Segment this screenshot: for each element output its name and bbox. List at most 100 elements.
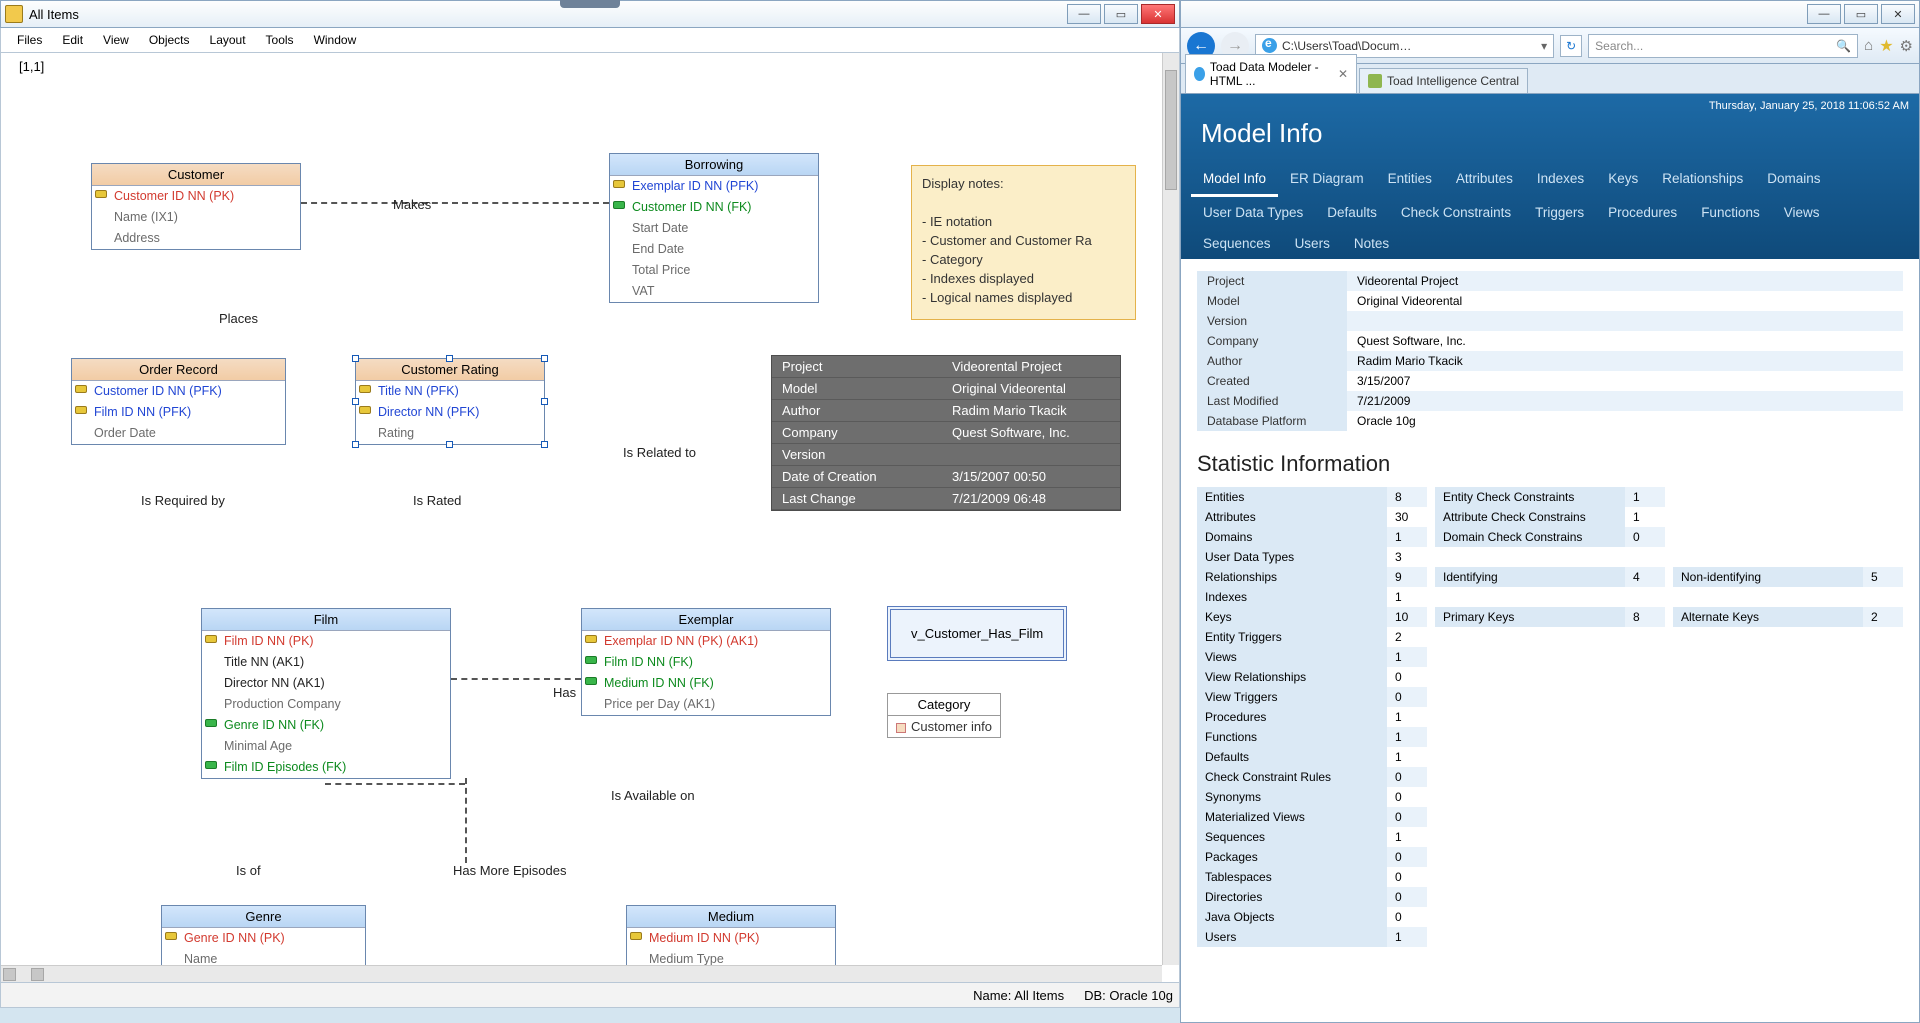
attr: Customer ID NN (PK) bbox=[92, 186, 300, 207]
menu-tools[interactable]: Tools bbox=[256, 30, 304, 50]
stat-key: View Relationships bbox=[1197, 667, 1387, 687]
rel-label: Has bbox=[553, 685, 576, 700]
rel-label: Has More Episodes bbox=[453, 863, 566, 878]
nav-defaults[interactable]: Defaults bbox=[1315, 197, 1389, 228]
entity-order-record[interactable]: Order Record Customer ID NN (PFK) Film I… bbox=[71, 358, 286, 445]
selection-handle[interactable] bbox=[446, 355, 453, 362]
entity-borrowing[interactable]: Borrowing Exemplar ID NN (PFK) Customer … bbox=[609, 153, 819, 303]
nav-relationships[interactable]: Relationships bbox=[1650, 163, 1755, 197]
entity-customer-rating[interactable]: Customer Rating Title NN (PFK) Director … bbox=[355, 358, 545, 445]
menu-layout[interactable]: Layout bbox=[200, 30, 256, 50]
stat-key: User Data Types bbox=[1197, 547, 1387, 567]
browser-tab-active[interactable]: Toad Data Modeler - HTML ...✕ bbox=[1185, 54, 1357, 93]
menu-view[interactable]: View bbox=[93, 30, 139, 50]
entity-film[interactable]: Film Film ID NN (PK) Title NN (AK1) Dire… bbox=[201, 608, 451, 779]
attr: Film ID Episodes (FK) bbox=[202, 757, 450, 778]
attr: Exemplar ID NN (PFK) bbox=[610, 176, 818, 197]
favorites-icon[interactable]: ★ bbox=[1879, 36, 1893, 56]
nav-model-info[interactable]: Model Info bbox=[1191, 163, 1278, 197]
attr: VAT bbox=[610, 281, 818, 302]
maximize-button[interactable]: ▭ bbox=[1104, 4, 1138, 24]
selection-handle[interactable] bbox=[541, 398, 548, 405]
window-grip[interactable] bbox=[560, 0, 620, 8]
stat-key: Entity Check Constraints bbox=[1435, 487, 1625, 507]
notes-line: - IE notation bbox=[922, 212, 1125, 231]
minimize-button[interactable]: — bbox=[1067, 4, 1101, 24]
meta-key: Version bbox=[772, 444, 942, 465]
entity-medium[interactable]: Medium Medium ID NN (PK) Medium Type bbox=[626, 905, 836, 971]
scrollbar-thumb[interactable] bbox=[1165, 70, 1177, 190]
selection-handle[interactable] bbox=[352, 398, 359, 405]
selection-handle[interactable] bbox=[541, 355, 548, 362]
nav-attributes[interactable]: Attributes bbox=[1444, 163, 1525, 197]
selection-handle[interactable] bbox=[352, 355, 359, 362]
scroll-button[interactable] bbox=[3, 968, 16, 981]
vertical-scrollbar[interactable] bbox=[1162, 53, 1179, 965]
nav-sequences[interactable]: Sequences bbox=[1191, 228, 1283, 259]
view-customer-has-film[interactable]: v_Customer_Has_Film bbox=[887, 606, 1067, 661]
settings-icon[interactable]: ⚙ bbox=[1900, 37, 1913, 55]
entity-header: Genre bbox=[162, 906, 365, 928]
home-icon[interactable]: ⌂ bbox=[1864, 37, 1873, 54]
nav-users[interactable]: Users bbox=[1283, 228, 1342, 259]
category-box[interactable]: Category Customer info bbox=[887, 693, 1001, 738]
diagram-canvas[interactable]: [1,1] Customer Customer ID NN (PK) Name … bbox=[0, 53, 1180, 1008]
entity-genre[interactable]: Genre Genre ID NN (PK) Name bbox=[161, 905, 366, 971]
nav-keys[interactable]: Keys bbox=[1596, 163, 1650, 197]
app-icon bbox=[5, 5, 23, 23]
stat-key: Sequences bbox=[1197, 827, 1387, 847]
nav-views[interactable]: Views bbox=[1772, 197, 1832, 228]
close-tab-icon[interactable]: ✕ bbox=[1338, 67, 1348, 81]
meta-key: Author bbox=[772, 400, 942, 421]
close-button[interactable]: ✕ bbox=[1141, 4, 1175, 24]
meta-key: Date of Creation bbox=[772, 466, 942, 487]
notes-line: - Indexes displayed bbox=[922, 269, 1125, 288]
selection-handle[interactable] bbox=[446, 441, 453, 448]
minimize-button[interactable]: — bbox=[1807, 4, 1841, 24]
entity-header: Customer bbox=[92, 164, 300, 186]
scroll-button[interactable] bbox=[31, 968, 44, 981]
ie-icon bbox=[1262, 38, 1277, 53]
browser-titlebar[interactable]: — ▭ ✕ bbox=[1180, 0, 1920, 28]
refresh-button[interactable]: ↻ bbox=[1560, 35, 1582, 57]
browser-tab[interactable]: Toad Intelligence Central bbox=[1359, 68, 1528, 93]
entity-header: Exemplar bbox=[582, 609, 830, 631]
tab-label: Toad Intelligence Central bbox=[1387, 74, 1519, 88]
nav-entities[interactable]: Entities bbox=[1376, 163, 1444, 197]
stat-key: Synonyms bbox=[1197, 787, 1387, 807]
entity-exemplar[interactable]: Exemplar Exemplar ID NN (PK) (AK1) Film … bbox=[581, 608, 831, 716]
maximize-button[interactable]: ▭ bbox=[1844, 4, 1878, 24]
selection-handle[interactable] bbox=[352, 441, 359, 448]
info-val: Videorental Project bbox=[1347, 271, 1903, 291]
info-val: Quest Software, Inc. bbox=[1347, 331, 1903, 351]
nav-domains[interactable]: Domains bbox=[1755, 163, 1832, 197]
display-notes[interactable]: Display notes: - IE notation - Customer … bbox=[911, 165, 1136, 320]
stat-key: Functions bbox=[1197, 727, 1387, 747]
stat-key: Attribute Check Constrains bbox=[1435, 507, 1625, 527]
nav-check-constraints[interactable]: Check Constraints bbox=[1389, 197, 1523, 228]
menu-edit[interactable]: Edit bbox=[52, 30, 93, 50]
nav-er-diagram[interactable]: ER Diagram bbox=[1278, 163, 1376, 197]
menu-window[interactable]: Window bbox=[304, 30, 367, 50]
horizontal-scrollbar[interactable] bbox=[1, 965, 1162, 982]
nav-functions[interactable]: Functions bbox=[1689, 197, 1772, 228]
notes-line: - Logical names displayed bbox=[922, 288, 1125, 307]
search-box[interactable]: Search...🔍 bbox=[1588, 34, 1858, 58]
info-key: Version bbox=[1197, 311, 1347, 331]
category-label: Customer info bbox=[911, 719, 992, 734]
close-button[interactable]: ✕ bbox=[1881, 4, 1915, 24]
rel-isof-line bbox=[1, 753, 2, 878]
nav-notes[interactable]: Notes bbox=[1342, 228, 1401, 259]
nav-user-data-types[interactable]: User Data Types bbox=[1191, 197, 1315, 228]
nav-triggers[interactable]: Triggers bbox=[1523, 197, 1596, 228]
model-meta-box[interactable]: ProjectVideorental Project ModelOriginal… bbox=[771, 355, 1121, 511]
menu-objects[interactable]: Objects bbox=[139, 30, 200, 50]
entity-customer[interactable]: Customer Customer ID NN (PK) Name (IX1) … bbox=[91, 163, 301, 250]
menu-files[interactable]: Files bbox=[7, 30, 52, 50]
stat-key: Java Objects bbox=[1197, 907, 1387, 927]
nav-procedures[interactable]: Procedures bbox=[1596, 197, 1689, 228]
stat-key: Primary Keys bbox=[1435, 607, 1625, 627]
nav-indexes[interactable]: Indexes bbox=[1525, 163, 1596, 197]
selection-handle[interactable] bbox=[541, 441, 548, 448]
stat-key: Attributes bbox=[1197, 507, 1387, 527]
